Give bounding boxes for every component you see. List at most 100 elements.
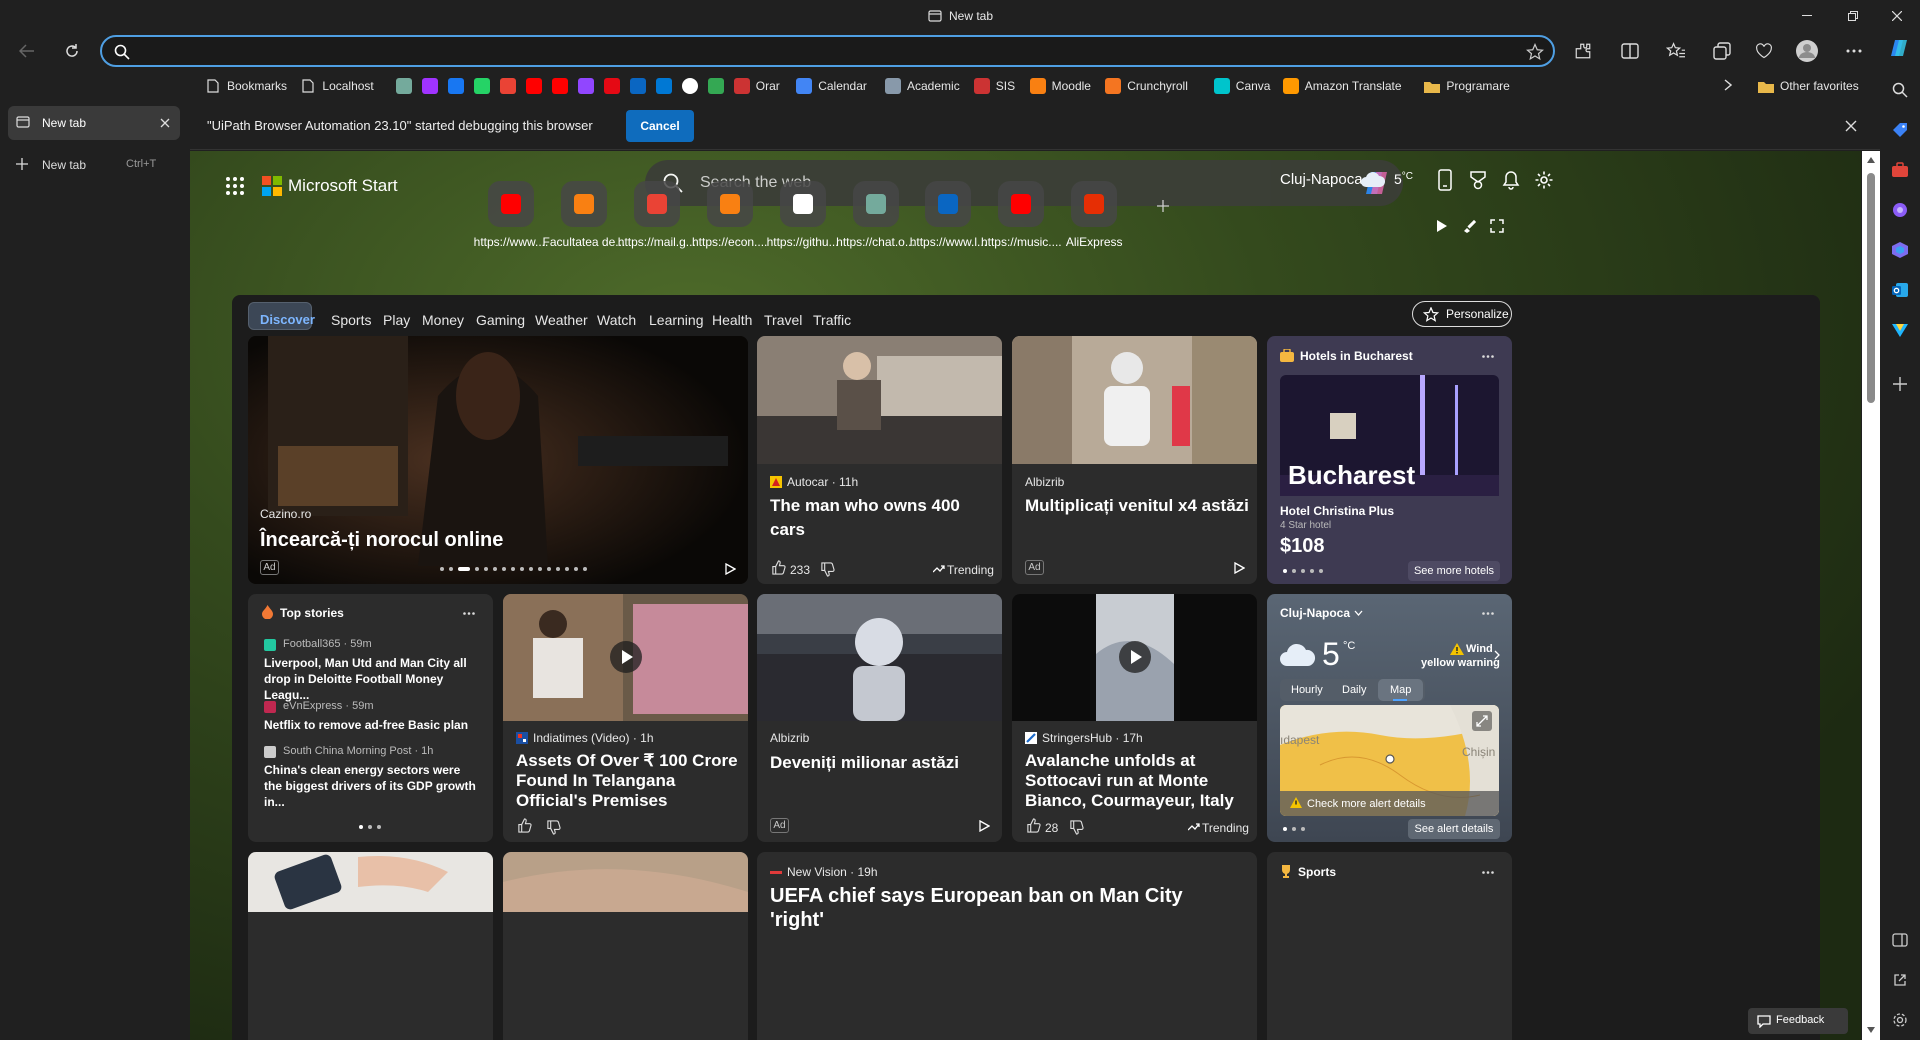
bookmark-chatgpt[interactable] xyxy=(395,77,412,95)
weather-card[interactable]: Cluj-Napoca 5 °C Wind yellow warning Hou… xyxy=(1267,594,1512,842)
bookmark-youtube[interactable] xyxy=(525,77,542,95)
minimize-button[interactable] xyxy=(1784,0,1830,32)
back-button[interactable] xyxy=(11,35,43,67)
bookmark-github[interactable] xyxy=(681,77,698,95)
outlook-icon[interactable] xyxy=(1888,278,1912,302)
hero-carousel-card[interactable]: Cazino.ro Încearcă-ți norocul online Ad xyxy=(248,336,748,584)
drop-icon[interactable] xyxy=(1888,318,1912,342)
new-tab-button[interactable]: New tab Ctrl+T xyxy=(8,150,180,180)
bookmark-drive[interactable] xyxy=(707,77,724,95)
feed-tab-health[interactable]: Health xyxy=(712,312,752,328)
dislike-thumb-icon[interactable] xyxy=(1069,820,1084,835)
more-options-icon[interactable] xyxy=(1482,612,1494,615)
microsoft365-icon[interactable] xyxy=(1888,238,1912,262)
bookmark-academic[interactable]: Academic xyxy=(885,77,960,95)
feed-tab-travel[interactable]: Travel xyxy=(764,312,802,328)
app-launcher-icon[interactable] xyxy=(225,176,245,196)
tools-icon[interactable] xyxy=(1888,158,1912,182)
weather-map[interactable]: ıdapest Chișin Check more alert details xyxy=(1280,705,1499,816)
carousel-indicator[interactable] xyxy=(440,567,587,571)
bookmark-messenger[interactable] xyxy=(421,77,438,95)
scrollbar-thumb[interactable] xyxy=(1867,173,1875,403)
weather-tab-map[interactable]: Map xyxy=(1390,684,1411,696)
bookmark-programare[interactable]: Programare xyxy=(1424,77,1510,95)
article-title[interactable]: Multiplicați venitul x4 astăzi xyxy=(1025,494,1250,518)
collections-icon[interactable] xyxy=(1706,35,1738,67)
hide-sidebar-icon[interactable] xyxy=(1888,928,1912,952)
ad-choices-icon[interactable] xyxy=(978,820,990,832)
article-title[interactable]: UEFA chief says European ban on Man City… xyxy=(770,884,1240,932)
bookmark-moodle[interactable]: Moodle xyxy=(1029,77,1091,95)
ad-choices-icon[interactable] xyxy=(1233,562,1245,574)
favorites-icon[interactable] xyxy=(1660,35,1692,67)
more-options-icon[interactable] xyxy=(1482,871,1494,874)
bookmark-orar[interactable]: Orar xyxy=(733,77,780,95)
background-brush-icon[interactable] xyxy=(1462,219,1476,233)
carousel-indicator[interactable] xyxy=(1283,569,1323,573)
play-background-icon[interactable] xyxy=(1436,220,1448,232)
address-bar[interactable] xyxy=(100,35,1555,67)
like-thumb-icon[interactable] xyxy=(1026,818,1041,833)
partial-card-trading[interactable] xyxy=(248,852,493,1040)
video-card-avalanche[interactable]: StringersHub · 17h Avalanche unfolds at … xyxy=(1012,594,1257,842)
tab-new-tab[interactable]: New tab xyxy=(8,106,180,140)
page-scrollbar[interactable] xyxy=(1862,151,1880,1040)
sidebar-settings-icon[interactable] xyxy=(1888,1008,1912,1032)
bookmark-outlook[interactable] xyxy=(655,77,672,95)
news-card-uefa[interactable]: New Vision · 19h UEFA chief says Europea… xyxy=(757,852,1257,1040)
feed-tab-play[interactable]: Play xyxy=(383,312,410,328)
bookmark-twitch[interactable] xyxy=(577,77,594,95)
dislike-thumb-icon[interactable] xyxy=(820,562,835,577)
bookmark-canva[interactable]: Canva xyxy=(1213,77,1270,95)
shopping-tag-icon[interactable] xyxy=(1888,118,1912,142)
feed-tab-discover[interactable]: Discover xyxy=(260,312,315,327)
hotels-card[interactable]: Hotels in Bucharest Bucharest Hotel Chri… xyxy=(1267,336,1512,584)
page-settings-gear-icon[interactable] xyxy=(1534,170,1554,190)
ad-card-milionar[interactable]: Albizrib Deveniți milionar astăzi Ad xyxy=(757,594,1002,842)
ad-card-income[interactable]: Albizrib Multiplicați venitul x4 astăzi … xyxy=(1012,336,1257,584)
more-options-icon[interactable] xyxy=(1482,355,1494,358)
browser-essentials-icon[interactable] xyxy=(1748,35,1780,67)
close-banner-icon[interactable] xyxy=(1845,120,1857,132)
bookmark-bookmarks[interactable]: Bookmarks xyxy=(205,77,287,95)
weather-tab-daily[interactable]: Daily xyxy=(1342,684,1366,696)
feed-tab-weather[interactable]: Weather xyxy=(535,312,588,328)
extensions-icon[interactable] xyxy=(1567,35,1599,67)
ad-choices-icon[interactable] xyxy=(724,563,736,575)
like-thumb-icon[interactable] xyxy=(517,818,532,833)
see-alert-details-button[interactable]: See alert details xyxy=(1408,819,1500,839)
bookmark-crunchyroll[interactable]: Crunchyroll xyxy=(1105,77,1188,95)
personalize-button[interactable]: Personalize xyxy=(1412,301,1512,327)
games-icon[interactable] xyxy=(1888,198,1912,222)
add-quick-link-icon[interactable] xyxy=(1157,200,1169,212)
bookmarks-overflow-chevron-icon[interactable] xyxy=(1724,79,1732,91)
quick-link[interactable]: AliExpress xyxy=(1049,181,1139,253)
rewards-icon[interactable] xyxy=(1468,170,1488,190)
bookmark-youtube-music[interactable] xyxy=(551,77,568,95)
more-options-icon[interactable] xyxy=(1838,35,1870,67)
address-input[interactable] xyxy=(138,41,1488,63)
video-card-crore[interactable]: Indiatimes (Video) · 1h Assets Of Over ₹… xyxy=(503,594,748,842)
hero-title[interactable]: Încearcă-ți norocul online xyxy=(260,528,730,552)
feed-tab-money[interactable]: Money xyxy=(422,312,464,328)
bookmark-whatsapp[interactable] xyxy=(473,77,490,95)
feed-tab-learning[interactable]: Learning xyxy=(649,312,704,328)
news-card-cars[interactable]: Autocar · 11h The man who owns 400 cars … xyxy=(757,336,1002,584)
feed-tab-traffic[interactable]: Traffic xyxy=(813,312,851,328)
weather-tab-hourly[interactable]: Hourly xyxy=(1291,684,1323,696)
open-external-icon[interactable] xyxy=(1888,968,1912,992)
story-title[interactable]: Netflix to remove ad-free Basic plan xyxy=(264,717,479,733)
bookmark-facebook[interactable] xyxy=(447,77,464,95)
close-tab-icon[interactable] xyxy=(160,118,170,128)
chevron-right-icon[interactable] xyxy=(1494,650,1500,660)
weather-city[interactable]: Cluj-Napoca xyxy=(1280,606,1350,620)
phone-icon[interactable] xyxy=(1438,169,1452,191)
focus-mode-expand-icon[interactable] xyxy=(1490,219,1504,233)
ms-start-brand[interactable]: Microsoft Start xyxy=(288,176,398,196)
bookmark-netflix[interactable] xyxy=(603,77,620,95)
hotel-name[interactable]: Hotel Christina Plus xyxy=(1280,504,1394,518)
article-title[interactable]: Deveniți milionar astăzi xyxy=(770,751,995,775)
partial-card-image[interactable] xyxy=(503,852,748,1040)
close-window-button[interactable] xyxy=(1874,0,1920,32)
notifications-bell-icon[interactable] xyxy=(1502,170,1520,190)
